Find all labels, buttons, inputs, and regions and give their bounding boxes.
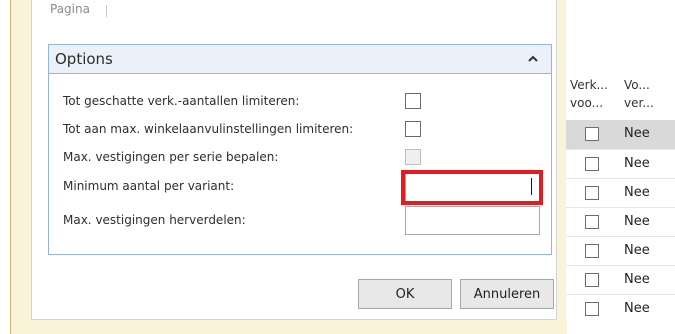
- limit-estimated-sales-checkbox[interactable]: [405, 93, 421, 109]
- table-row[interactable]: Nee: [566, 120, 675, 149]
- limit-max-replenishment-label: Tot aan max. winkelaanvulinstellingen li…: [63, 122, 354, 136]
- options-dialog: Pagina Options Tot geschatte verk.-aanta…: [10, 0, 567, 334]
- limit-estimated-sales-label: Tot geschatte verk.-aantallen limiteren:: [63, 94, 300, 108]
- grid-header-2-line-2: ver...: [624, 96, 654, 110]
- row-value: Nee: [624, 272, 650, 287]
- redistribute-max-stores-input[interactable]: [405, 206, 540, 235]
- background-grid: Verk... voo... Vo... ver... Nee Nee Nee …: [566, 0, 675, 334]
- options-title: Options: [55, 50, 113, 68]
- options-panel: Options Tot geschatte verk.-aantallen li…: [48, 44, 552, 255]
- row-value: Nee: [624, 185, 650, 200]
- table-row[interactable]: Nee: [566, 265, 675, 294]
- ok-button[interactable]: OK: [358, 279, 452, 309]
- grid-header-2-line-1: Vo...: [624, 78, 650, 92]
- row-value: Nee: [624, 156, 650, 171]
- options-header[interactable]: Options: [49, 45, 551, 74]
- row-value: Nee: [624, 301, 650, 316]
- limit-max-replenishment-checkbox[interactable]: [405, 121, 421, 137]
- row-checkbox[interactable]: [585, 244, 599, 258]
- cancel-button[interactable]: Annuleren: [460, 279, 554, 309]
- row-checkbox[interactable]: [585, 186, 599, 200]
- row-checkbox[interactable]: [585, 127, 599, 141]
- row-value: Nee: [624, 243, 650, 258]
- grid-header-1-line-1: Verk...: [570, 78, 608, 92]
- row-checkbox[interactable]: [585, 157, 599, 171]
- highlight-box: [401, 170, 543, 205]
- dialog-footer-strip: [11, 320, 567, 334]
- tab-separator: [106, 5, 107, 17]
- max-stores-per-series-label: Max. vestigingen per serie bepalen:: [63, 150, 279, 164]
- table-row[interactable]: Nee: [566, 294, 675, 323]
- row-checkbox[interactable]: [585, 273, 599, 287]
- dialog-content: Pagina Options Tot geschatte verk.-aanta…: [31, 0, 557, 320]
- row-checkbox[interactable]: [585, 215, 599, 229]
- table-row[interactable]: Nee: [566, 236, 675, 265]
- chevron-up-icon[interactable]: [527, 53, 539, 65]
- table-row[interactable]: Nee: [566, 178, 675, 207]
- redistribute-max-stores-label: Max. vestigingen herverdelen:: [63, 213, 246, 227]
- row-value: Nee: [624, 126, 650, 141]
- minimum-per-variant-label: Minimum aantal per variant:: [63, 179, 235, 193]
- grid-header-1-line-2: voo...: [570, 96, 604, 110]
- grid-column-header-2[interactable]: Vo... ver...: [624, 76, 654, 112]
- table-row[interactable]: Nee: [566, 207, 675, 236]
- text-caret: [531, 178, 532, 195]
- tab-pagina[interactable]: Pagina: [50, 2, 90, 16]
- grid-header: Verk... voo... Vo... ver...: [566, 76, 675, 120]
- row-value: Nee: [624, 214, 650, 229]
- grid-column-header-1[interactable]: Verk... voo...: [570, 76, 608, 112]
- max-stores-per-series-checkbox: [405, 149, 421, 165]
- table-row[interactable]: Nee: [566, 149, 675, 178]
- row-checkbox[interactable]: [585, 302, 599, 316]
